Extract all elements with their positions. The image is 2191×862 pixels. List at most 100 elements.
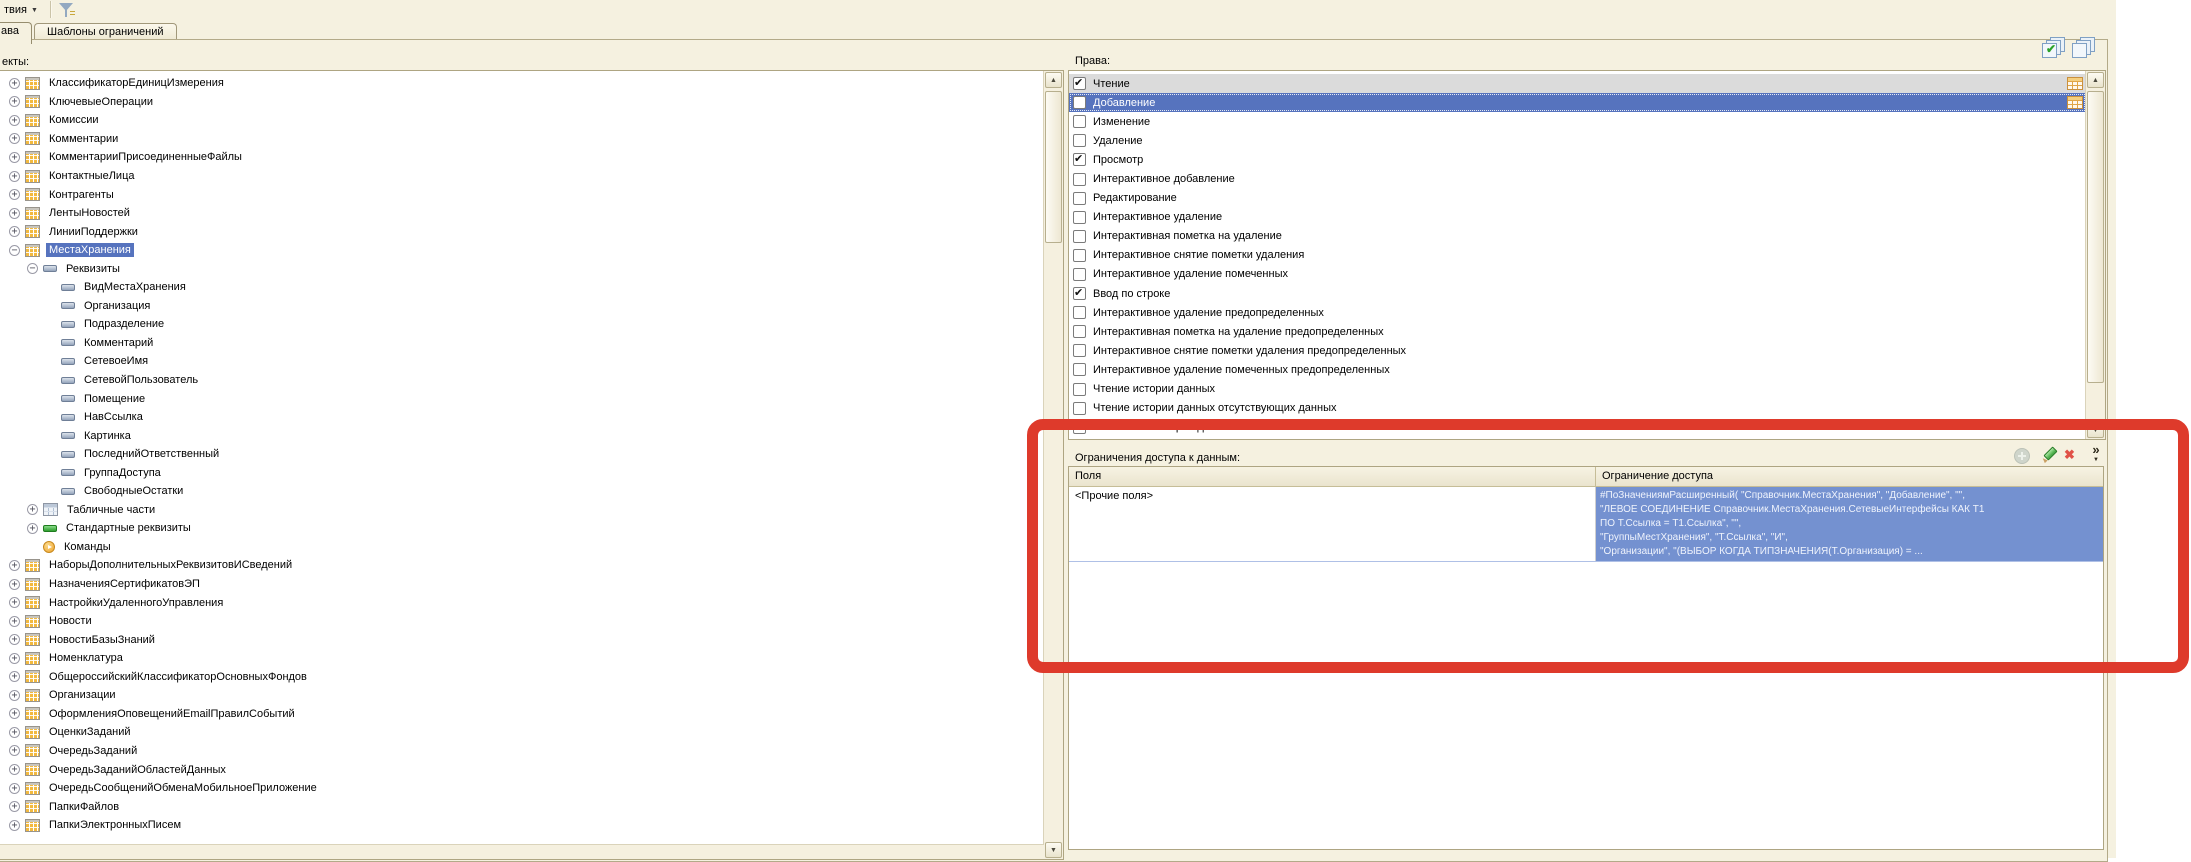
- tree-item[interactable]: +ОчередьЗаданийОбластейДанных: [0, 760, 1043, 779]
- collapse-minus-icon[interactable]: −: [9, 245, 20, 256]
- tree-item[interactable]: +ЛинииПоддержки: [0, 222, 1043, 241]
- actions-menu-button[interactable]: твия ▼: [0, 2, 42, 18]
- add-restriction-icon[interactable]: [2014, 448, 2030, 464]
- expand-plus-icon[interactable]: +: [9, 708, 20, 719]
- expand-plus-icon[interactable]: +: [27, 523, 38, 534]
- tree-item[interactable]: +НовостиБазыЗнаний: [0, 630, 1043, 649]
- collapse-minus-icon[interactable]: −: [27, 263, 38, 274]
- clear-all-rights-button[interactable]: [2072, 37, 2096, 58]
- tab-rights[interactable]: ава: [0, 22, 32, 44]
- rights-row[interactable]: Ввод по строке: [1069, 284, 2086, 303]
- right-checkbox[interactable]: [1073, 402, 1086, 415]
- rights-scrollbar-thumb[interactable]: [2087, 91, 2104, 383]
- tree-item[interactable]: +КлючевыеОперации: [0, 93, 1043, 112]
- tree-item[interactable]: +ОчередьСообщенийОбменаМобильноеПриложен…: [0, 779, 1043, 798]
- expand-plus-icon[interactable]: +: [9, 133, 20, 144]
- rights-row[interactable]: Интерактивное удаление помеченных: [1069, 265, 2086, 284]
- expand-plus-icon[interactable]: +: [9, 579, 20, 590]
- scroll-up-icon[interactable]: ▲: [1045, 72, 1062, 88]
- right-checkbox[interactable]: [1073, 383, 1086, 396]
- right-checkbox[interactable]: [1073, 306, 1086, 319]
- rights-row[interactable]: Интерактивная пометка на удаление: [1069, 227, 2086, 246]
- scroll-down-icon[interactable]: ▼: [1045, 842, 1062, 858]
- right-checkbox[interactable]: [1073, 115, 1086, 128]
- right-checkbox[interactable]: [1073, 249, 1086, 262]
- restriction-row[interactable]: <Прочие поля>#ПоЗначениямРасширенный( "С…: [1069, 487, 2103, 562]
- expand-plus-icon[interactable]: +: [9, 96, 20, 107]
- expand-plus-icon[interactable]: +: [9, 653, 20, 664]
- rights-row[interactable]: Удаление: [1069, 131, 2086, 150]
- tree-item[interactable]: +ПапкиФайлов: [0, 797, 1043, 816]
- scroll-down-icon[interactable]: ▼: [2087, 422, 2104, 438]
- tree-item[interactable]: +ПапкиЭлектронныхПисем: [0, 816, 1043, 835]
- tree-item[interactable]: Подразделение: [0, 315, 1043, 334]
- tree-vertical-scrollbar[interactable]: ▲ ▼: [1043, 71, 1063, 859]
- tree-item[interactable]: Организация: [0, 297, 1043, 316]
- tree-item[interactable]: +Номенклатура: [0, 649, 1043, 668]
- tree-item[interactable]: НавСсылка: [0, 408, 1043, 427]
- rights-row[interactable]: Изменение: [1069, 112, 2086, 131]
- tree-item[interactable]: +Комиссии: [0, 111, 1043, 130]
- tree-item[interactable]: +НастройкиУдаленногоУправления: [0, 593, 1043, 612]
- right-checkbox[interactable]: [1073, 421, 1086, 434]
- rights-row[interactable]: Интерактивная пометка на удаление предоп…: [1069, 322, 2086, 341]
- right-checkbox[interactable]: [1073, 268, 1086, 281]
- right-checkbox[interactable]: [1073, 77, 1086, 90]
- rights-row[interactable]: Интерактивное снятие пометки удаления: [1069, 246, 2086, 265]
- expand-plus-icon[interactable]: +: [9, 597, 20, 608]
- tree-item[interactable]: СетевоеИмя: [0, 352, 1043, 371]
- tree-item[interactable]: +Стандартные реквизиты: [0, 519, 1043, 538]
- expand-plus-icon[interactable]: +: [9, 783, 20, 794]
- tree-item[interactable]: ВидМестаХранения: [0, 278, 1043, 297]
- rights-row[interactable]: Редактирование: [1069, 189, 2086, 208]
- expand-plus-icon[interactable]: +: [9, 764, 20, 775]
- expand-plus-icon[interactable]: +: [9, 671, 20, 682]
- tree-item[interactable]: +ОформленияОповещенийEmailПравилСобытий: [0, 705, 1043, 724]
- expand-plus-icon[interactable]: +: [9, 208, 20, 219]
- rights-vertical-scrollbar[interactable]: ▲ ▼: [2085, 71, 2105, 439]
- field-cell[interactable]: <Прочие поля>: [1069, 487, 1596, 561]
- tree-item[interactable]: +КонтактныеЛица: [0, 167, 1043, 186]
- expand-plus-icon[interactable]: +: [9, 226, 20, 237]
- right-checkbox[interactable]: [1073, 344, 1086, 357]
- tree-scrollbar-thumb[interactable]: [1045, 91, 1062, 243]
- expand-plus-icon[interactable]: +: [9, 690, 20, 701]
- expand-plus-icon[interactable]: +: [9, 78, 20, 89]
- tree-item[interactable]: +Новости: [0, 612, 1043, 631]
- right-checkbox[interactable]: [1073, 192, 1086, 205]
- rights-row[interactable]: Интерактивное удаление предопределенных: [1069, 303, 2086, 322]
- right-checkbox[interactable]: [1073, 230, 1086, 243]
- tree-item[interactable]: +НазначенияСертификатовЭП: [0, 575, 1043, 594]
- tree-item[interactable]: +Табличные части: [0, 501, 1043, 520]
- tree-item[interactable]: +ОценкиЗаданий: [0, 723, 1043, 742]
- tree-item[interactable]: Картинка: [0, 426, 1043, 445]
- column-header-restriction[interactable]: Ограничение доступа: [1596, 467, 2103, 486]
- expand-plus-icon[interactable]: +: [9, 189, 20, 200]
- tree-item[interactable]: +Организации: [0, 686, 1043, 705]
- column-header-fields[interactable]: Поля: [1069, 467, 1596, 486]
- tree-item[interactable]: +Комментарии: [0, 130, 1043, 149]
- right-checkbox[interactable]: [1073, 153, 1086, 166]
- rights-row[interactable]: Интерактивное снятие пометки удаления пр…: [1069, 341, 2086, 360]
- tree-item[interactable]: ГруппаДоступа: [0, 463, 1043, 482]
- restriction-cell[interactable]: #ПоЗначениямРасширенный( "Справочник.Мес…: [1596, 487, 2103, 561]
- tree-item[interactable]: +КлассификаторЕдиницИзмерения: [0, 74, 1043, 93]
- expand-plus-icon[interactable]: +: [9, 634, 20, 645]
- tree-item[interactable]: +ЛентыНовостей: [0, 204, 1043, 223]
- right-checkbox[interactable]: [1073, 134, 1086, 147]
- rights-row[interactable]: Изменение истории данных: [1069, 418, 2086, 437]
- rights-row[interactable]: Интерактивное удаление помеченных предоп…: [1069, 360, 2086, 379]
- tree-item[interactable]: Команды: [0, 538, 1043, 557]
- right-checkbox[interactable]: [1073, 211, 1086, 224]
- expand-plus-icon[interactable]: +: [27, 504, 38, 515]
- edit-pencil-icon[interactable]: [2041, 447, 2057, 464]
- tree-item[interactable]: +ОчередьЗаданий: [0, 742, 1043, 761]
- tree-item[interactable]: +НаборыДополнительныхРеквизитовИСведений: [0, 556, 1043, 575]
- right-checkbox[interactable]: [1073, 173, 1086, 186]
- rights-row[interactable]: Чтение: [1069, 74, 2086, 93]
- right-checkbox[interactable]: [1073, 287, 1086, 300]
- tree-item[interactable]: Помещение: [0, 389, 1043, 408]
- rights-row[interactable]: Добавление: [1069, 93, 2086, 112]
- expand-plus-icon[interactable]: +: [9, 616, 20, 627]
- expand-plus-icon[interactable]: +: [9, 171, 20, 182]
